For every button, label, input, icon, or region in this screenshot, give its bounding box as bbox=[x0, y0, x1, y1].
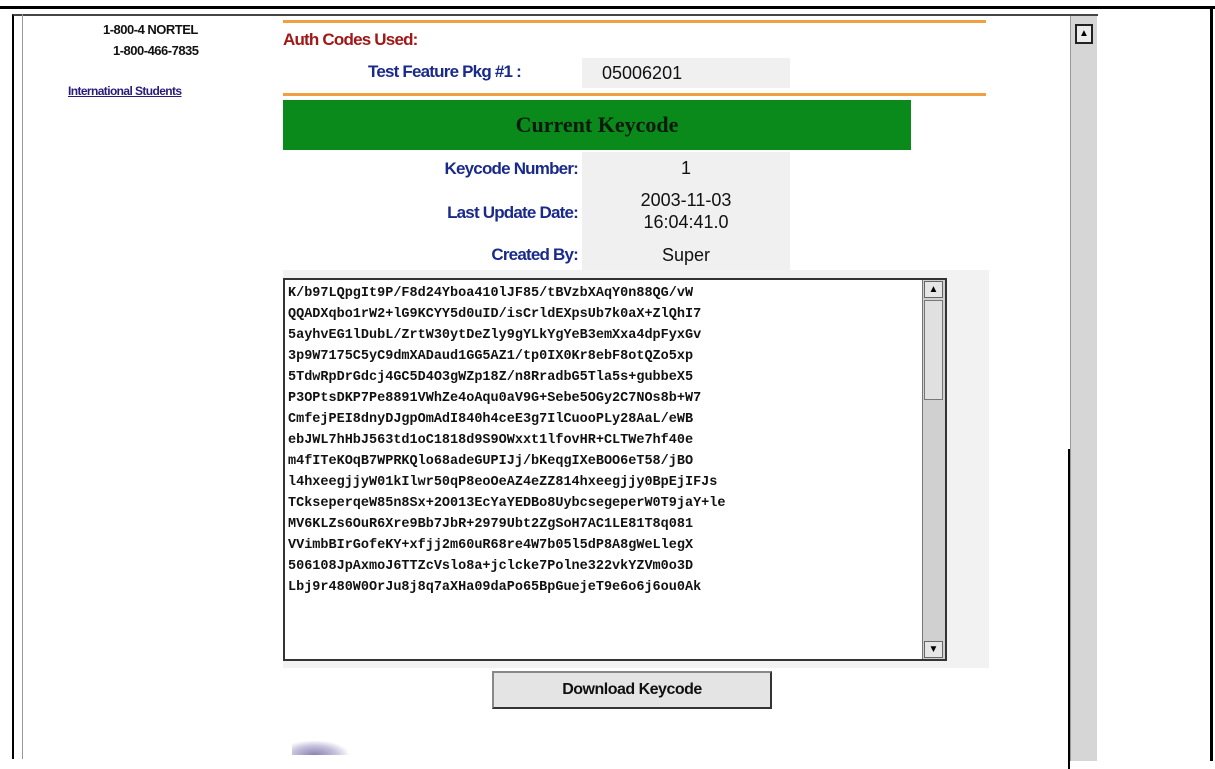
last-update-date: 2003-11-03 bbox=[640, 190, 732, 210]
feature-pkg-label: Test Feature Pkg #1 : bbox=[368, 62, 522, 81]
orange-divider-top bbox=[283, 20, 986, 23]
keycode-line: 506108JpAxmoJ6TTZcVslo8a+jclcke7Polne322… bbox=[288, 559, 694, 574]
keycode-line: l4hxeegjjyW01kIlwr50qP8eoOeAZ4eZZ814hxee… bbox=[288, 475, 718, 490]
keycode-scrollbar[interactable]: ▲ ▼ bbox=[922, 280, 945, 659]
created-by-value: Super bbox=[661, 245, 711, 265]
keycode-line: 5ayhvEG1lDubL/ZrtW30ytDeZly9gYLkYgYeB3em… bbox=[288, 328, 702, 343]
keycode-line: TCkseperqeW85n8Sx+2O013EcYaYEDBo8Uybcseg… bbox=[288, 496, 726, 511]
keycode-textarea[interactable]: K/b97LQpgIt9P/F8d24Yboa410lJF85/tBVzbXAq… bbox=[283, 278, 947, 661]
created-by-label: Created By: bbox=[491, 245, 578, 264]
international-students-link[interactable]: International Students bbox=[68, 84, 182, 98]
keycode-line: 3p9W7175C5yC9dmXADaud1GG5AZ1/tp0IX0Kr8eb… bbox=[288, 349, 694, 364]
download-keycode-button[interactable]: Download Keycode bbox=[492, 671, 772, 709]
keycode-line: P3OPtsDKP7Pe8891VWhZe4oAqu0aV9G+Sebe5OGy… bbox=[288, 391, 702, 406]
top-border bbox=[0, 6, 1215, 9]
keycode-scroll-thumb[interactable] bbox=[924, 300, 943, 400]
current-keycode-header: Current Keycode bbox=[283, 100, 911, 150]
last-update-time: 16:04:41.0 bbox=[643, 212, 729, 232]
logo-fragment-image bbox=[292, 741, 348, 755]
keycode-line: MV6KLZs6OuR6Xre9Bb7JbR+2979Ubt2ZgSoH7AC1… bbox=[288, 517, 694, 532]
scroll-down-arrow-icon[interactable]: ▼ bbox=[924, 641, 943, 658]
right-border bbox=[1210, 6, 1213, 761]
page-scroll-up-arrow-icon[interactable]: ▲ bbox=[1075, 24, 1093, 44]
scroll-up-arrow-icon[interactable]: ▲ bbox=[924, 281, 943, 298]
keycode-line: Lbj9r480W0OrJu8j8q7aXHa09daPo65BpGuejeT9… bbox=[288, 580, 702, 595]
feature-pkg-value: 05006201 bbox=[602, 63, 683, 83]
keycode-line: QQADXqbo1rW2+lG9KCYY5d0uID/isCrldEXpsUb7… bbox=[288, 307, 702, 322]
page-scroll-track-edge bbox=[1068, 449, 1070, 769]
page-scrollbar[interactable]: ▲ bbox=[1068, 16, 1097, 769]
keycode-line: CmfejPEI8dnyDJgpOmAdI840h4ceE3g7IlCuooPL… bbox=[288, 412, 694, 427]
keycode-line: VVimbBIrGofeKY+xfjj2m60uR68re4W7b05l5dP8… bbox=[288, 538, 694, 553]
orange-divider-bottom bbox=[283, 93, 986, 96]
last-update-label: Last Update Date: bbox=[447, 203, 579, 222]
keycode-line: ebJWL7hHbJ563td1oC1818d9S9OWxxt1lfovHR+C… bbox=[288, 433, 694, 448]
keycode-text: K/b97LQpgIt9P/F8d24Yboa410lJF85/tBVzbXAq… bbox=[288, 283, 920, 598]
keycode-line: 5TdwRpDrGdcj4GC5D4O3gWZp18Z/n8RradbG5Tla… bbox=[288, 370, 694, 385]
keycode-number-label: Keycode Number: bbox=[444, 159, 579, 178]
keycode-number-value: 1 bbox=[680, 158, 691, 178]
keycode-line: m4fITeKOqB7WPRKQlo68adeGUPIJj/bKeqgIXeBO… bbox=[288, 454, 694, 469]
auth-codes-label: Auth Codes Used: bbox=[283, 30, 418, 49]
keycode-line: K/b97LQpgIt9P/F8d24Yboa410lJF85/tBVzbXAq… bbox=[288, 286, 694, 301]
sidebar-phone-line2: 1-800-466-7835 bbox=[113, 43, 199, 58]
sidebar-phone-line1: 1-800-4 NORTEL bbox=[103, 22, 198, 37]
